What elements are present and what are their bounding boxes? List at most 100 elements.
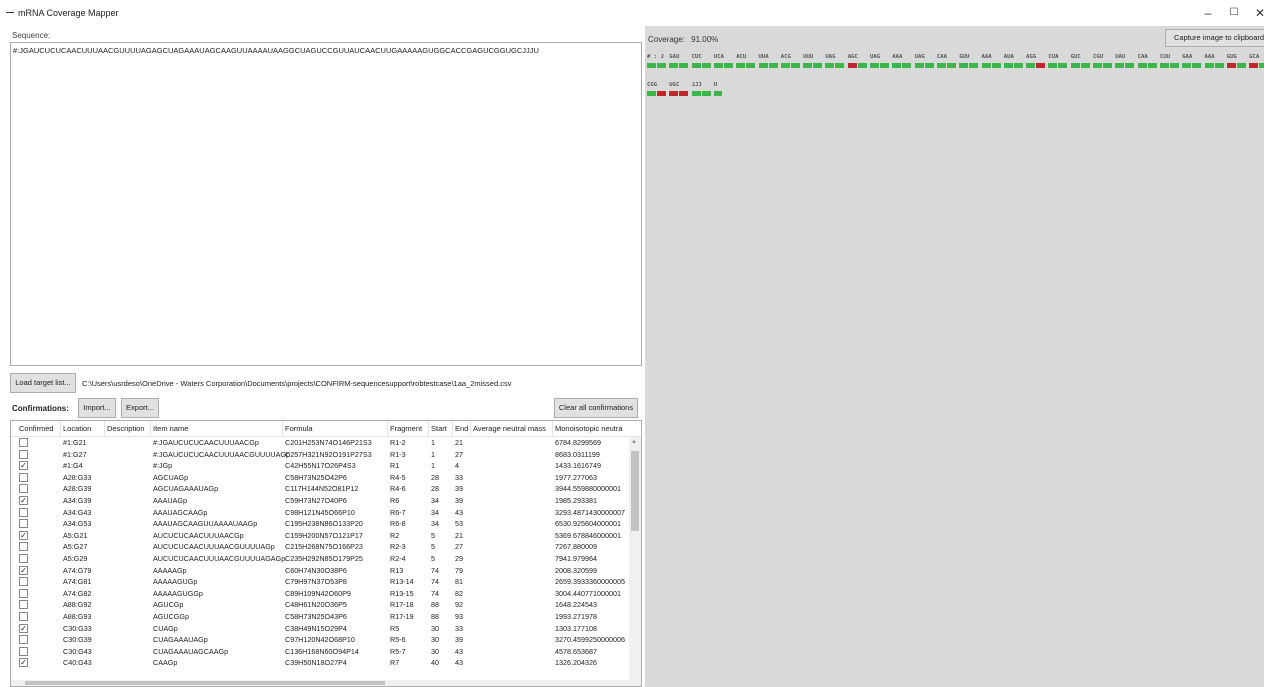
missed-bar (657, 91, 666, 96)
cell-formula: C195H238N86O133P20 (285, 519, 363, 529)
confirmed-checkbox[interactable]: ✓ (19, 565, 28, 575)
column-header-description[interactable]: Description (107, 424, 145, 433)
column-header-confirmed[interactable]: Confirmed (19, 424, 54, 433)
table-row[interactable]: ✓ A74:G79 AAAAAGp C60H74N30O38P6 R13 74 79 2008… (11, 565, 631, 577)
column-header-average-neutral-mass[interactable]: Average neutral mass (473, 424, 546, 433)
table-row[interactable]: A28:G39 AGCUAGAAAUAGp C117H144N52O81P12 R4-… (11, 483, 631, 495)
covered-bar (902, 63, 912, 68)
capture-image-button[interactable]: Capture image to clipboard (1165, 29, 1264, 47)
codon-label: # : J (647, 54, 664, 60)
column-header-end[interactable]: End (455, 424, 468, 433)
table-row[interactable]: ✓ A5:G21 AUCUCUCAACUUUAACGp C159H200N57O121… (11, 530, 631, 542)
table-row[interactable]: A88:G93 AGUCGGp C58H73N25O43P6 R17-19 88 93 19… (11, 611, 631, 623)
table-row[interactable]: C30:G43 CUAGAAAUAGCAAGp C136H168N60O94P14 R… (11, 646, 631, 658)
table-vertical-scrollbar[interactable]: ▲ (629, 437, 641, 686)
cell-end: 92 (455, 600, 463, 610)
covered-bar (936, 63, 946, 68)
covered-bar (857, 63, 867, 68)
confirmations-table[interactable]: Confirmed Location Description Item name… (10, 420, 642, 687)
table-horizontal-scrollbar[interactable] (11, 680, 631, 686)
confirmed-checkbox[interactable] (19, 588, 28, 598)
table-row[interactable]: A34:G43 AAAUAGCAAGp C98H121N45O66P10 R6-7 34… (11, 507, 631, 519)
confirmed-checkbox[interactable] (19, 611, 28, 621)
clear-all-confirmations-button[interactable]: Clear all confirmations (554, 398, 638, 418)
confirmed-checkbox[interactable] (19, 542, 28, 552)
sequence-textbox[interactable]: #:JGAUCUCUCAACUUUAACGUUUUAGAGCUAGAAAUAGC… (10, 42, 642, 366)
covered-bar (1103, 63, 1112, 68)
confirmed-checkbox[interactable] (19, 635, 28, 645)
maximize-button[interactable]: ☐ (1227, 6, 1241, 20)
scroll-thumb[interactable] (631, 451, 639, 531)
confirmed-checkbox[interactable] (19, 438, 28, 447)
confirmed-checkbox[interactable] (19, 600, 28, 610)
table-row[interactable]: ✓ A34:G39 AAAUAGp C59H73N27O40P6 R6 34 39 1985.… (11, 495, 631, 507)
codon-label: UAG (825, 54, 836, 60)
confirmed-checkbox[interactable] (19, 449, 28, 459)
table-row[interactable]: ✓ #1:G4 #:JGp C42H55N17O26P4S3 R1 1 4 1433.1616… (11, 460, 631, 472)
table-row[interactable]: A5:G27 AUCUCUCAACUUUAACGUUUUAGp C215H268N7… (11, 541, 631, 553)
confirmed-checkbox[interactable] (19, 577, 28, 587)
table-header: Confirmed Location Description Item name… (11, 421, 641, 437)
confirmed-checkbox[interactable] (19, 646, 28, 656)
covered-bar (1125, 63, 1135, 68)
confirmed-checkbox[interactable]: ✓ (19, 623, 28, 633)
cell-fragment: R6-8 (390, 519, 406, 529)
import-button[interactable]: Import... (78, 398, 116, 418)
confirmed-checkbox[interactable] (19, 484, 28, 494)
cell-formula: C215H268N75O166P23 (285, 542, 363, 552)
table-row[interactable]: #1:G27 #:JGAUCUCUCAACUUUAACGUUUUAGp C257H3… (11, 449, 631, 461)
column-header-fragment[interactable]: Fragment (390, 424, 422, 433)
confirmed-checkbox[interactable]: ✓ (19, 495, 28, 505)
covered-bar (914, 63, 924, 68)
column-header-item-name[interactable]: Item name (153, 424, 188, 433)
table-row[interactable]: C30:G39 CUAGAAAUAGp C97H120N42O68P10 R5-6 30… (11, 634, 631, 646)
coverage-value: 91.00% (691, 35, 719, 44)
cell-start: 5 (431, 530, 435, 540)
cell-fragment: R6-7 (390, 507, 406, 517)
table-row[interactable]: A28:G33 AGCUAGp C58H73N25O42P6 R4-5 28 33 1977… (11, 472, 631, 484)
table-row[interactable]: A34:G53 AAAUAGCAAGUUAAAAUAAGp C195H238N86O… (11, 518, 631, 530)
cell-formula: C59H73N27O40P6 (285, 495, 347, 505)
covered-bar (1070, 63, 1080, 68)
confirmed-checkbox[interactable] (19, 519, 28, 529)
table-row[interactable]: A74:G82 AAAAAGUGGp C89H109N42O60P9 R13-15 74… (11, 588, 631, 600)
scroll-up-icon[interactable]: ▲ (631, 439, 637, 445)
cell-formula: C58H73N25O43P6 (285, 611, 347, 621)
minimize-button[interactable]: – (1201, 6, 1215, 20)
confirmed-checkbox[interactable] (19, 507, 28, 517)
confirmed-checkbox[interactable] (19, 472, 28, 482)
confirmations-label: Confirmations: (12, 404, 69, 413)
export-button[interactable]: Export... (121, 398, 159, 418)
table-row[interactable]: ✓ C30:G33 CUAGp C38H49N15O29P4 R5 30 33 1303.17… (11, 623, 631, 635)
covered-bar (1003, 63, 1013, 68)
column-header-monoisotopic-neutral[interactable]: Monoisotopic neutra (555, 424, 623, 433)
confirmed-checkbox[interactable]: ✓ (19, 658, 28, 668)
confirmed-checkbox[interactable] (19, 553, 28, 563)
covered-bar (647, 91, 656, 96)
table-row[interactable]: A5:G29 AUCUCUCAACUUUAACGUUUUAGAGp C235H292… (11, 553, 631, 565)
confirmed-checkbox[interactable]: ✓ (19, 530, 28, 540)
covered-bar (924, 63, 934, 68)
codon: CUC (691, 54, 714, 74)
table-row[interactable]: ✓ C40:G43 CAAGp C39H50N18O27P4 R7 40 43 1326.20… (11, 657, 631, 669)
load-target-list-button[interactable]: Load target list... (10, 373, 76, 393)
horizontal-scroll-thumb[interactable] (25, 681, 385, 685)
column-header-formula[interactable]: Formula (285, 424, 313, 433)
confirmed-checkbox[interactable]: ✓ (19, 461, 28, 471)
table-row[interactable]: A88:G92 AGUCGp C48H61N20O36P5 R17-18 88 92 164… (11, 599, 631, 611)
codon: UAG (870, 54, 892, 74)
column-header-location[interactable]: Location (63, 424, 91, 433)
codon-label: AAA (981, 54, 992, 60)
cell-end: 81 (455, 577, 463, 587)
cell-start: 5 (431, 553, 435, 563)
missed-bar (1226, 63, 1236, 68)
covered-bar (657, 63, 666, 68)
cell-item: AGUCGGp (153, 611, 189, 621)
column-header-start[interactable]: Start (431, 424, 447, 433)
table-row[interactable]: #1:G21 #:JGAUCUCUCAACUUUAACGp C201H253N74O… (11, 437, 631, 449)
table-row[interactable]: A74:G81 AAAAAGUGp C79H97N37O53P8 R13-14 74 81… (11, 576, 631, 588)
cell-fragment: R13-14 (390, 577, 414, 587)
cell-start: 1 (431, 438, 435, 447)
cell-end: 93 (455, 611, 463, 621)
close-button[interactable]: ✕ (1253, 6, 1264, 20)
